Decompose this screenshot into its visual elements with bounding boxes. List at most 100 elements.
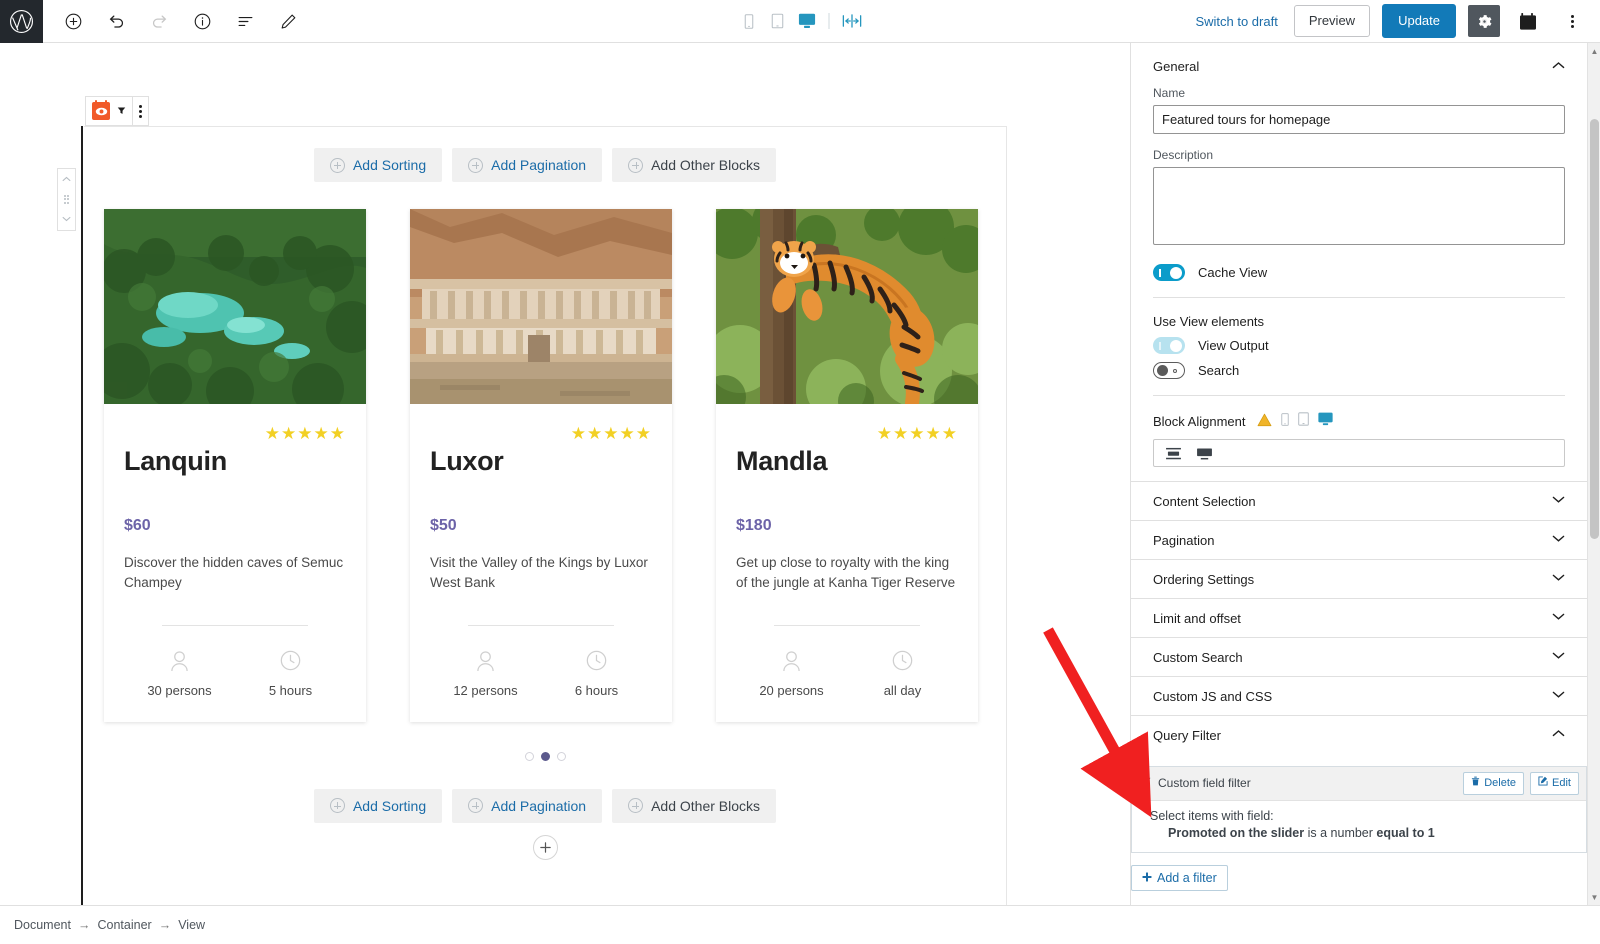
block-mover: [57, 168, 76, 231]
use-view-elements-label: Use View elements: [1153, 314, 1565, 329]
update-button[interactable]: Update: [1382, 4, 1456, 38]
toolset-view-block[interactable]: Add Sorting Add Pagination Add Other Blo…: [84, 126, 1007, 905]
block-type-group[interactable]: [86, 97, 132, 125]
filter-card-body: Select items with field: Promoted on the…: [1132, 801, 1586, 852]
tour-card[interactable]: ★★★★★ Mandla $180 Get up close to royalt…: [716, 209, 978, 722]
switch-to-draft-link[interactable]: Switch to draft: [1191, 8, 1281, 35]
view-output-toggle-row: View Output: [1153, 337, 1565, 354]
chevron-up-icon[interactable]: [1552, 61, 1565, 73]
add-a-filter-label: Add a filter: [1157, 871, 1217, 885]
block-appender-button[interactable]: [533, 835, 558, 860]
device-tablet-icon[interactable]: [768, 10, 788, 32]
tour-card[interactable]: ★★★★★ Luxor $50 Visit the Valley of the …: [410, 209, 672, 722]
drag-handle-icon[interactable]: [64, 195, 70, 204]
section-content-selection[interactable]: Content Selection: [1131, 481, 1587, 520]
tour-description: Get up close to royalty with the king of…: [736, 553, 958, 593]
name-field-group: Name: [1153, 86, 1565, 134]
section-custom-search[interactable]: Custom Search: [1131, 637, 1587, 676]
breakpoints-icon[interactable]: [842, 10, 862, 32]
chevron-down-icon[interactable]: [1552, 573, 1565, 585]
carousel-dots: [84, 752, 1006, 761]
section-query-filter[interactable]: Query Filter: [1131, 715, 1587, 754]
cache-view-toggle[interactable]: [1153, 264, 1185, 281]
toolset-icon[interactable]: [1512, 5, 1544, 37]
tour-card[interactable]: ★★★★★ Lanquin $60 Discover the hidden ca…: [104, 209, 366, 722]
chevron-down-icon[interactable]: [1552, 495, 1565, 507]
bottom-add-blocks-row: Add Sorting Add Pagination Add Other Blo…: [84, 789, 1006, 823]
breadcrumb-container[interactable]: Container: [97, 918, 151, 932]
view-output-toggle[interactable]: [1153, 337, 1185, 354]
undo-button[interactable]: [100, 5, 133, 38]
breadcrumb-view[interactable]: View: [178, 918, 205, 932]
move-up-chevron-icon[interactable]: [62, 175, 71, 184]
top-add-blocks-row: Add Sorting Add Pagination Add Other Blo…: [84, 148, 1006, 182]
chevron-down-icon[interactable]: [1552, 690, 1565, 702]
section-limit-and-offset[interactable]: Limit and offset: [1131, 598, 1587, 637]
chevron-up-icon[interactable]: [1552, 729, 1565, 741]
chevron-down-icon[interactable]: [1552, 534, 1565, 546]
toolset-view-eye-icon[interactable]: [92, 102, 110, 120]
redo-button[interactable]: [143, 5, 176, 38]
edit-filter-button[interactable]: Edit: [1530, 772, 1579, 795]
alignment-phone-icon[interactable]: [1281, 413, 1289, 431]
search-toggle[interactable]: [1153, 362, 1185, 379]
alignment-desktop-icon[interactable]: [1318, 412, 1333, 431]
filter-operator: equal to 1: [1376, 826, 1434, 840]
add-block-button[interactable]: [57, 5, 90, 38]
view-description-textarea[interactable]: [1153, 167, 1565, 245]
details-info-button[interactable]: [186, 5, 219, 38]
section-custom-js-and-css[interactable]: Custom JS and CSS: [1131, 676, 1587, 715]
add-sorting-button-bottom[interactable]: Add Sorting: [314, 789, 442, 823]
device-phone-icon[interactable]: [739, 10, 759, 32]
align-full-width-icon[interactable]: [1166, 447, 1181, 460]
filter-field-name: Promoted on the slider: [1168, 826, 1304, 840]
chevron-down-icon[interactable]: [1552, 651, 1565, 663]
scroll-up-arrow-icon[interactable]: ▲: [1588, 43, 1600, 59]
description-field-group: Description: [1153, 148, 1565, 250]
breadcrumb-document[interactable]: Document: [14, 918, 71, 932]
add-sorting-label: Add Sorting: [353, 798, 426, 814]
canvas-scrollbar-thumb[interactable]: [1590, 119, 1599, 539]
align-wide-icon[interactable]: [1197, 447, 1212, 460]
filter-title: Custom field filter: [1158, 776, 1251, 790]
section-pagination[interactable]: Pagination: [1131, 520, 1587, 559]
move-down-chevron-icon[interactable]: [62, 215, 71, 224]
device-desktop-icon[interactable]: [797, 10, 817, 32]
filter-title-group: Custom field filter: [1141, 776, 1251, 790]
divider: [468, 625, 614, 626]
add-pagination-button-bottom[interactable]: Add Pagination: [452, 789, 602, 823]
section-ordering-settings[interactable]: Ordering Settings: [1131, 559, 1587, 598]
add-sorting-label: Add Sorting: [353, 157, 426, 173]
general-section-header[interactable]: General: [1153, 43, 1565, 86]
canvas-scrollbar[interactable]: ▲ ▼: [1587, 43, 1600, 905]
add-sorting-button[interactable]: Add Sorting: [314, 148, 442, 182]
view-name-input[interactable]: [1153, 105, 1565, 134]
section-label: Ordering Settings: [1153, 572, 1254, 587]
carousel-dot[interactable]: [557, 752, 566, 761]
block-dropdown-caret-icon[interactable]: [117, 106, 126, 117]
tour-capacity-label: 12 persons: [430, 683, 541, 698]
list-view-button[interactable]: [229, 5, 262, 38]
clock-icon: [235, 648, 346, 674]
add-other-blocks-button-bottom[interactable]: Add Other Blocks: [612, 789, 776, 823]
alignment-tablet-icon[interactable]: [1298, 412, 1309, 431]
wordpress-logo-icon[interactable]: [0, 0, 43, 43]
add-a-filter-button[interactable]: Add a filter: [1131, 865, 1228, 891]
scroll-down-arrow-icon[interactable]: ▼: [1588, 889, 1600, 905]
add-other-blocks-label: Add Other Blocks: [651, 157, 760, 173]
more-options-kebab-icon[interactable]: [1556, 5, 1588, 37]
carousel-dot[interactable]: [525, 752, 534, 761]
tour-description: Visit the Valley of the Kings by Luxor W…: [430, 553, 652, 593]
plus-circle-icon: [628, 158, 643, 173]
block-options-button[interactable]: [133, 97, 148, 125]
settings-gear-icon[interactable]: [1468, 5, 1500, 37]
breadcrumb-separator: →: [78, 918, 91, 932]
add-other-blocks-button[interactable]: Add Other Blocks: [612, 148, 776, 182]
delete-filter-button[interactable]: Delete: [1463, 772, 1524, 795]
add-pagination-button[interactable]: Add Pagination: [452, 148, 602, 182]
carousel-dot-active[interactable]: [541, 752, 550, 761]
chevron-down-icon[interactable]: [1552, 612, 1565, 624]
tour-meta-row: 12 persons 6 hours: [430, 648, 652, 698]
edit-pencil-button[interactable]: [272, 5, 305, 38]
preview-button[interactable]: Preview: [1294, 5, 1370, 37]
